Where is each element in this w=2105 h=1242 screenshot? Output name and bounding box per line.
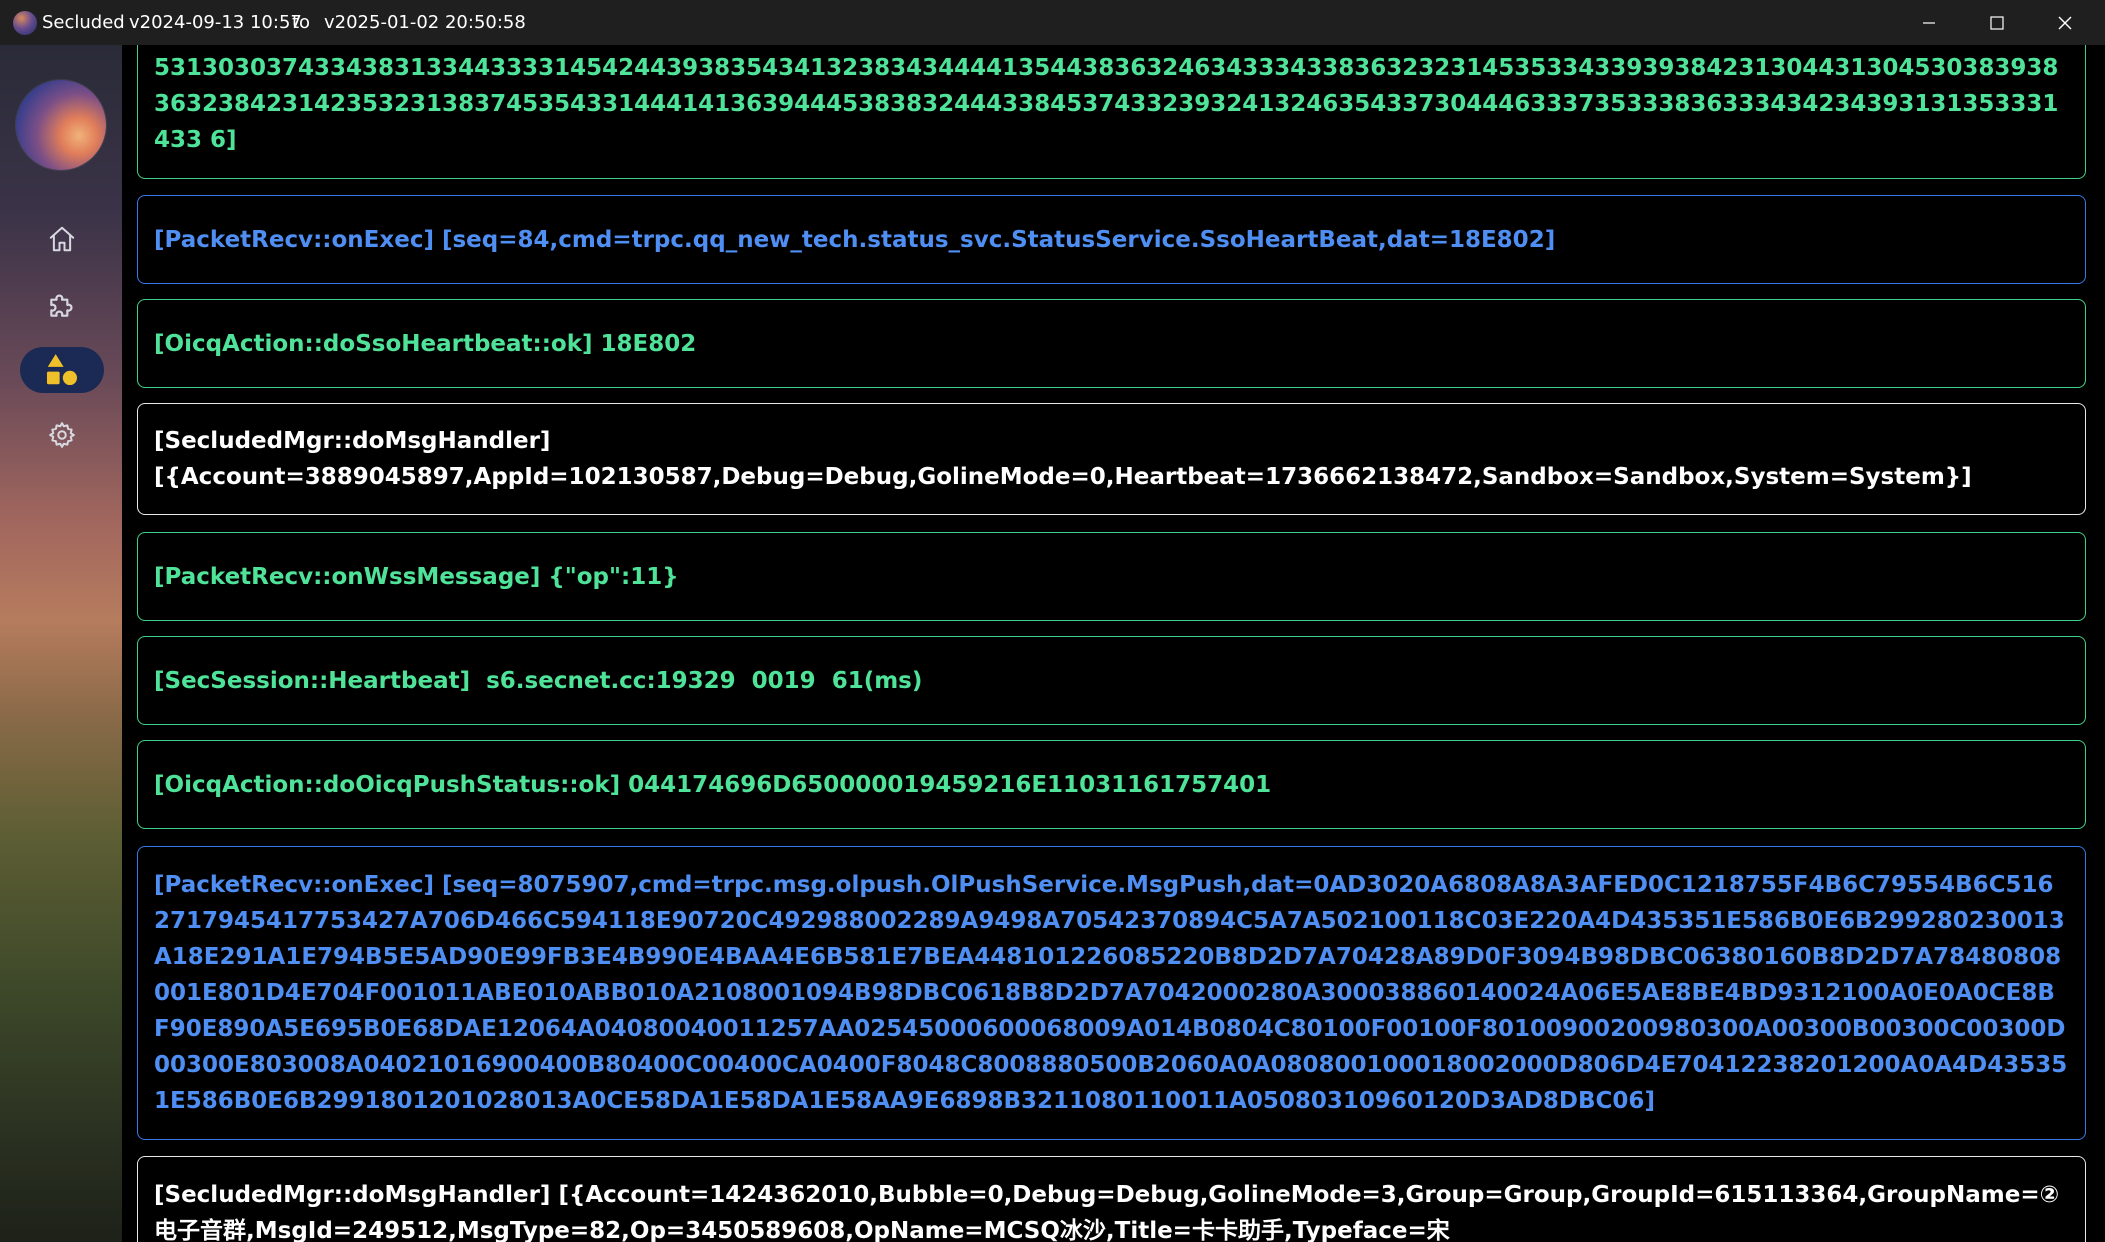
home-icon <box>49 226 75 252</box>
log-entry: [SecSession::Heartbeat] s6.secnet.cc:193… <box>137 636 2086 725</box>
version-from: v2024-09-13 10:57 <box>129 12 302 33</box>
log-text: [PacketRecv::onExec] [seq=8075907,cmd=tr… <box>154 872 2068 1114</box>
maximize-button[interactable] <box>1963 0 2031 45</box>
app-name: Secluded <box>42 12 125 33</box>
log-text: [SecludedMgr::doMsgHandler] [{Account=14… <box>154 1182 2060 1242</box>
puzzle-icon <box>50 294 73 317</box>
sidebar-item-shapes[interactable] <box>20 347 104 393</box>
log-text: [SecSession::Heartbeat] s6.secnet.cc:193… <box>154 667 923 694</box>
sidebar <box>0 45 122 1242</box>
gear-icon <box>49 422 75 448</box>
close-icon <box>2058 16 2072 29</box>
log-entry: [OicqAction::doOicqPushStatus::ok] 04417… <box>137 740 2086 829</box>
sidebar-item-plugins[interactable] <box>20 282 104 328</box>
log-text: [PacketRecv::onExec] [seq=84,cmd=trpc.qq… <box>154 226 1556 253</box>
sidebar-item-settings[interactable] <box>20 412 104 458</box>
maximize-icon <box>1990 15 2004 30</box>
log-entry: [PacketRecv::onExec] [seq=8075907,cmd=tr… <box>137 846 2086 1140</box>
shapes-icon <box>46 354 78 386</box>
close-button[interactable] <box>2031 0 2099 45</box>
log-text: [OicqAction::doOicqPushStatus::ok] 04417… <box>154 771 1272 798</box>
title-bar: Secluded v2024-09-13 10:57 to v2025-01-0… <box>0 0 2105 45</box>
log-entry: [PacketRecv::onExec] [seq=84,cmd=trpc.qq… <box>137 195 2086 284</box>
log-entry: [PacketRecv::onWssMessage] {"op":11} <box>137 532 2086 621</box>
log-text: [OicqAction::doSsoHeartbeat::ok] 18E802 <box>154 330 697 357</box>
version-to: v2025-01-02 20:50:58 <box>324 12 526 33</box>
log-list[interactable]: 01EE6447449C982E4194,token(12)=4B6839763… <box>122 45 2105 1242</box>
sidebar-item-home[interactable] <box>20 216 104 262</box>
log-text: [SecludedMgr::doMsgHandler] [{Account=38… <box>154 428 1972 490</box>
version-to-label: to <box>292 12 311 33</box>
minimize-button[interactable] <box>1895 0 1963 45</box>
log-entry: [SecludedMgr::doMsgHandler] [{Account=38… <box>137 403 2086 515</box>
log-text: 01EE6447449C982E4194,token(12)=4B6839763… <box>154 55 2059 153</box>
log-text: [PacketRecv::onWssMessage] {"op":11} <box>154 563 679 590</box>
log-entry: [SecludedMgr::doMsgHandler] [{Account=14… <box>137 1156 2086 1242</box>
log-entry: [OicqAction::doSsoHeartbeat::ok] 18E802 <box>137 299 2086 388</box>
app-logo-icon <box>13 11 37 35</box>
minimize-icon <box>1923 21 1935 24</box>
log-entry: 01EE6447449C982E4194,token(12)=4B6839763… <box>137 45 2086 179</box>
avatar[interactable] <box>16 80 106 170</box>
